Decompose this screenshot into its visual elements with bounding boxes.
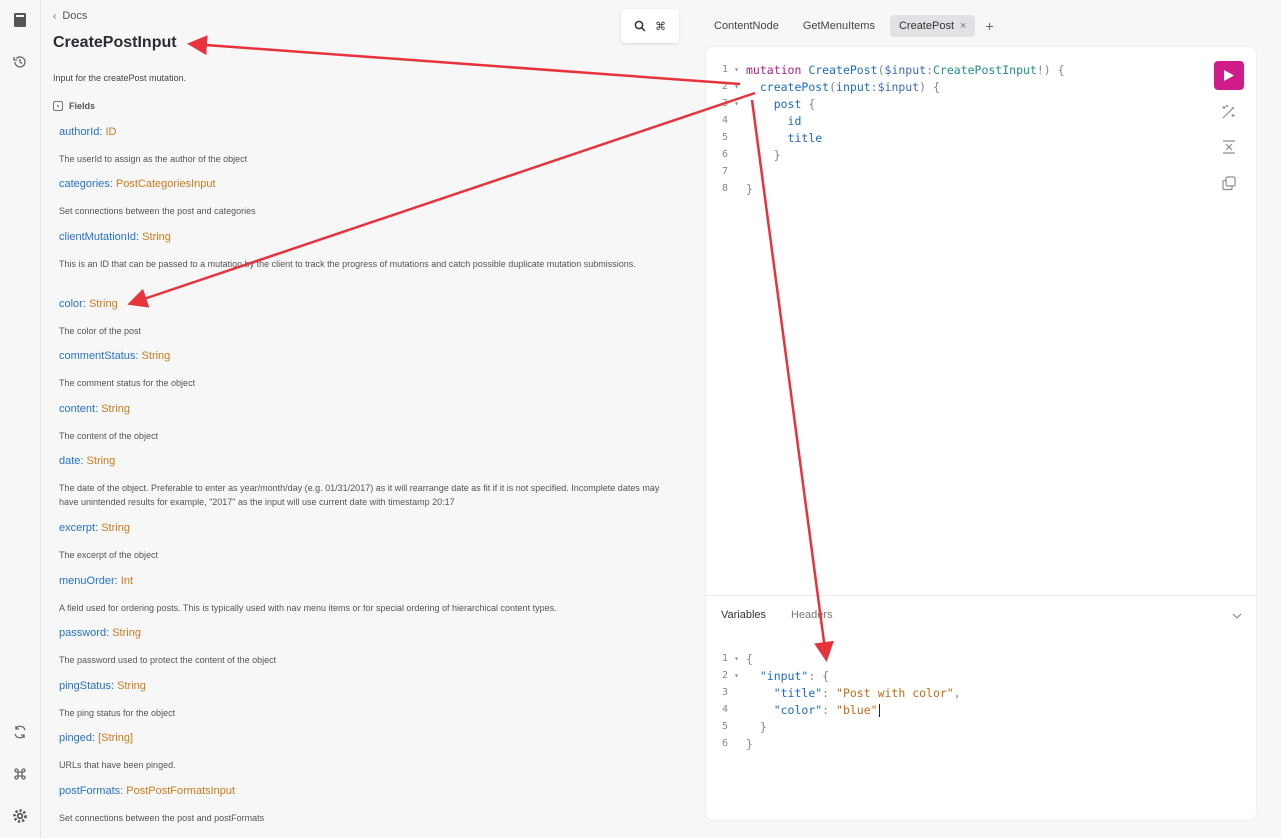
field-type-link[interactable]: PostPostFormatsInput [126,785,235,797]
play-icon [1224,70,1234,81]
field-type-link[interactable]: String [101,403,130,415]
field-name[interactable]: pingStatus: String [59,680,146,692]
field-description: Set connections between the post and cat… [59,206,256,216]
field-type-link[interactable]: String [89,298,118,310]
tab-headers[interactable]: Headers [791,609,833,621]
field-type-link[interactable]: ID [106,126,117,138]
field-name[interactable]: date: String [59,455,115,467]
prettify-icon[interactable] [1220,103,1238,121]
tab-create-post[interactable]: CreatePost × [889,15,976,37]
field-description: The date of the object. Preferable to en… [59,483,660,507]
docs-back-link[interactable]: ‹ Docs [53,10,87,22]
search-shortcut: ⌘ [655,20,666,33]
field-type-link[interactable]: String [101,522,130,534]
field-type-link[interactable]: String [117,680,146,692]
field-description: The userId to assign as the author of th… [59,154,248,164]
add-tab-button[interactable]: + [985,18,993,34]
field-name[interactable]: password: String [59,627,141,639]
merge-fragments-icon[interactable] [1220,138,1238,156]
field-name-label[interactable]: content [59,403,95,415]
field-description: Set connections between the post and pos… [59,813,265,823]
copy-icon[interactable] [1220,174,1238,192]
field-name[interactable]: content: String [59,403,130,415]
chevron-left-icon: ‹ [53,10,57,22]
fields-icon [53,101,63,111]
tab-content-node[interactable]: ContentNode [705,15,788,37]
docs-pane: ‹ Docs CreatePostInput ⌘ Input for the c… [41,0,691,838]
close-icon[interactable]: × [960,20,966,32]
history-icon[interactable] [9,51,31,73]
field-name-label[interactable]: commentStatus [59,350,135,362]
field-name[interactable]: clientMutationId: String [59,231,171,243]
tab-label: ContentNode [714,20,779,32]
field-name[interactable]: authorId: ID [59,126,117,138]
page-title: CreatePostInput [53,34,177,51]
field-name[interactable]: pinged: [String] [59,732,133,744]
field-description: A field used for ordering posts. This is… [59,603,557,613]
type-description: Input for the createPost mutation. [53,73,187,83]
field-description: The ping status for the object [59,708,176,718]
field-description: The comment status for the object [59,378,196,388]
search-icon [634,20,646,32]
field-name-label[interactable]: password [59,627,106,639]
field-description: The excerpt of the object [59,550,159,560]
field-name-label[interactable]: date [59,455,80,467]
field-description: URLs that have been pinged. [59,760,176,770]
docs-search-button[interactable]: ⌘ [621,9,679,43]
tab-label: GetMenuItems [802,20,875,32]
tab-variables[interactable]: Variables [721,609,766,621]
editor-tabs: ContentNode GetMenuItems CreatePost × + [705,14,994,38]
tab-label: CreatePost [898,20,954,32]
tab-get-menu-items[interactable]: GetMenuItems [794,15,884,37]
field-type-link[interactable]: PostCategoriesInput [116,178,216,190]
field-description: This is an ID that can be passed to a mu… [59,259,636,269]
fields-header-label: Fields [69,101,96,111]
variables-divider [706,595,1256,596]
field-description: The content of the object [59,431,159,441]
field-type-link[interactable]: String [142,231,171,243]
field-name[interactable]: commentStatus: String [59,350,170,362]
field-name-label[interactable]: postFormats [59,785,120,797]
icon-rail [0,0,41,838]
text-cursor [878,703,880,717]
field-description: The password used to protect the content… [59,655,277,665]
chevron-down-icon[interactable] [1230,609,1244,623]
field-name[interactable]: categories: PostCategoriesInput [59,178,216,190]
field-name[interactable]: color: String [59,298,118,310]
field-name-label[interactable]: menuOrder [59,575,115,587]
field-name[interactable]: excerpt: String [59,522,130,534]
field-name-label[interactable]: pingStatus [59,680,111,692]
back-label: Docs [62,10,88,22]
field-name[interactable]: menuOrder: Int [59,575,133,587]
field-name-label[interactable]: authorId [59,126,99,138]
field-type-link[interactable]: String [87,455,116,467]
field-name-label[interactable]: clientMutationId [59,231,136,243]
field-name-label[interactable]: pinged [59,732,92,744]
fields-header: Fields [53,101,95,111]
field-name-label[interactable]: excerpt [59,522,95,534]
field-type-link[interactable]: [String] [98,732,133,744]
field-name-label[interactable]: color [59,298,83,310]
docs-icon[interactable] [9,9,31,31]
run-query-button[interactable] [1214,61,1244,90]
field-name-label[interactable]: categories [59,178,110,190]
field-type-link[interactable]: String [142,350,171,362]
refresh-icon[interactable] [9,721,31,743]
settings-icon[interactable] [9,805,31,827]
command-icon[interactable] [9,763,31,785]
query-editor-panel: 1 ▾ mutation CreatePost($input:CreatePos… [706,47,1256,820]
field-type-link[interactable]: Int [121,575,133,587]
field-name[interactable]: postFormats: PostPostFormatsInput [59,785,235,797]
field-description: The color of the post [59,326,142,336]
field-type-link[interactable]: String [112,627,141,639]
